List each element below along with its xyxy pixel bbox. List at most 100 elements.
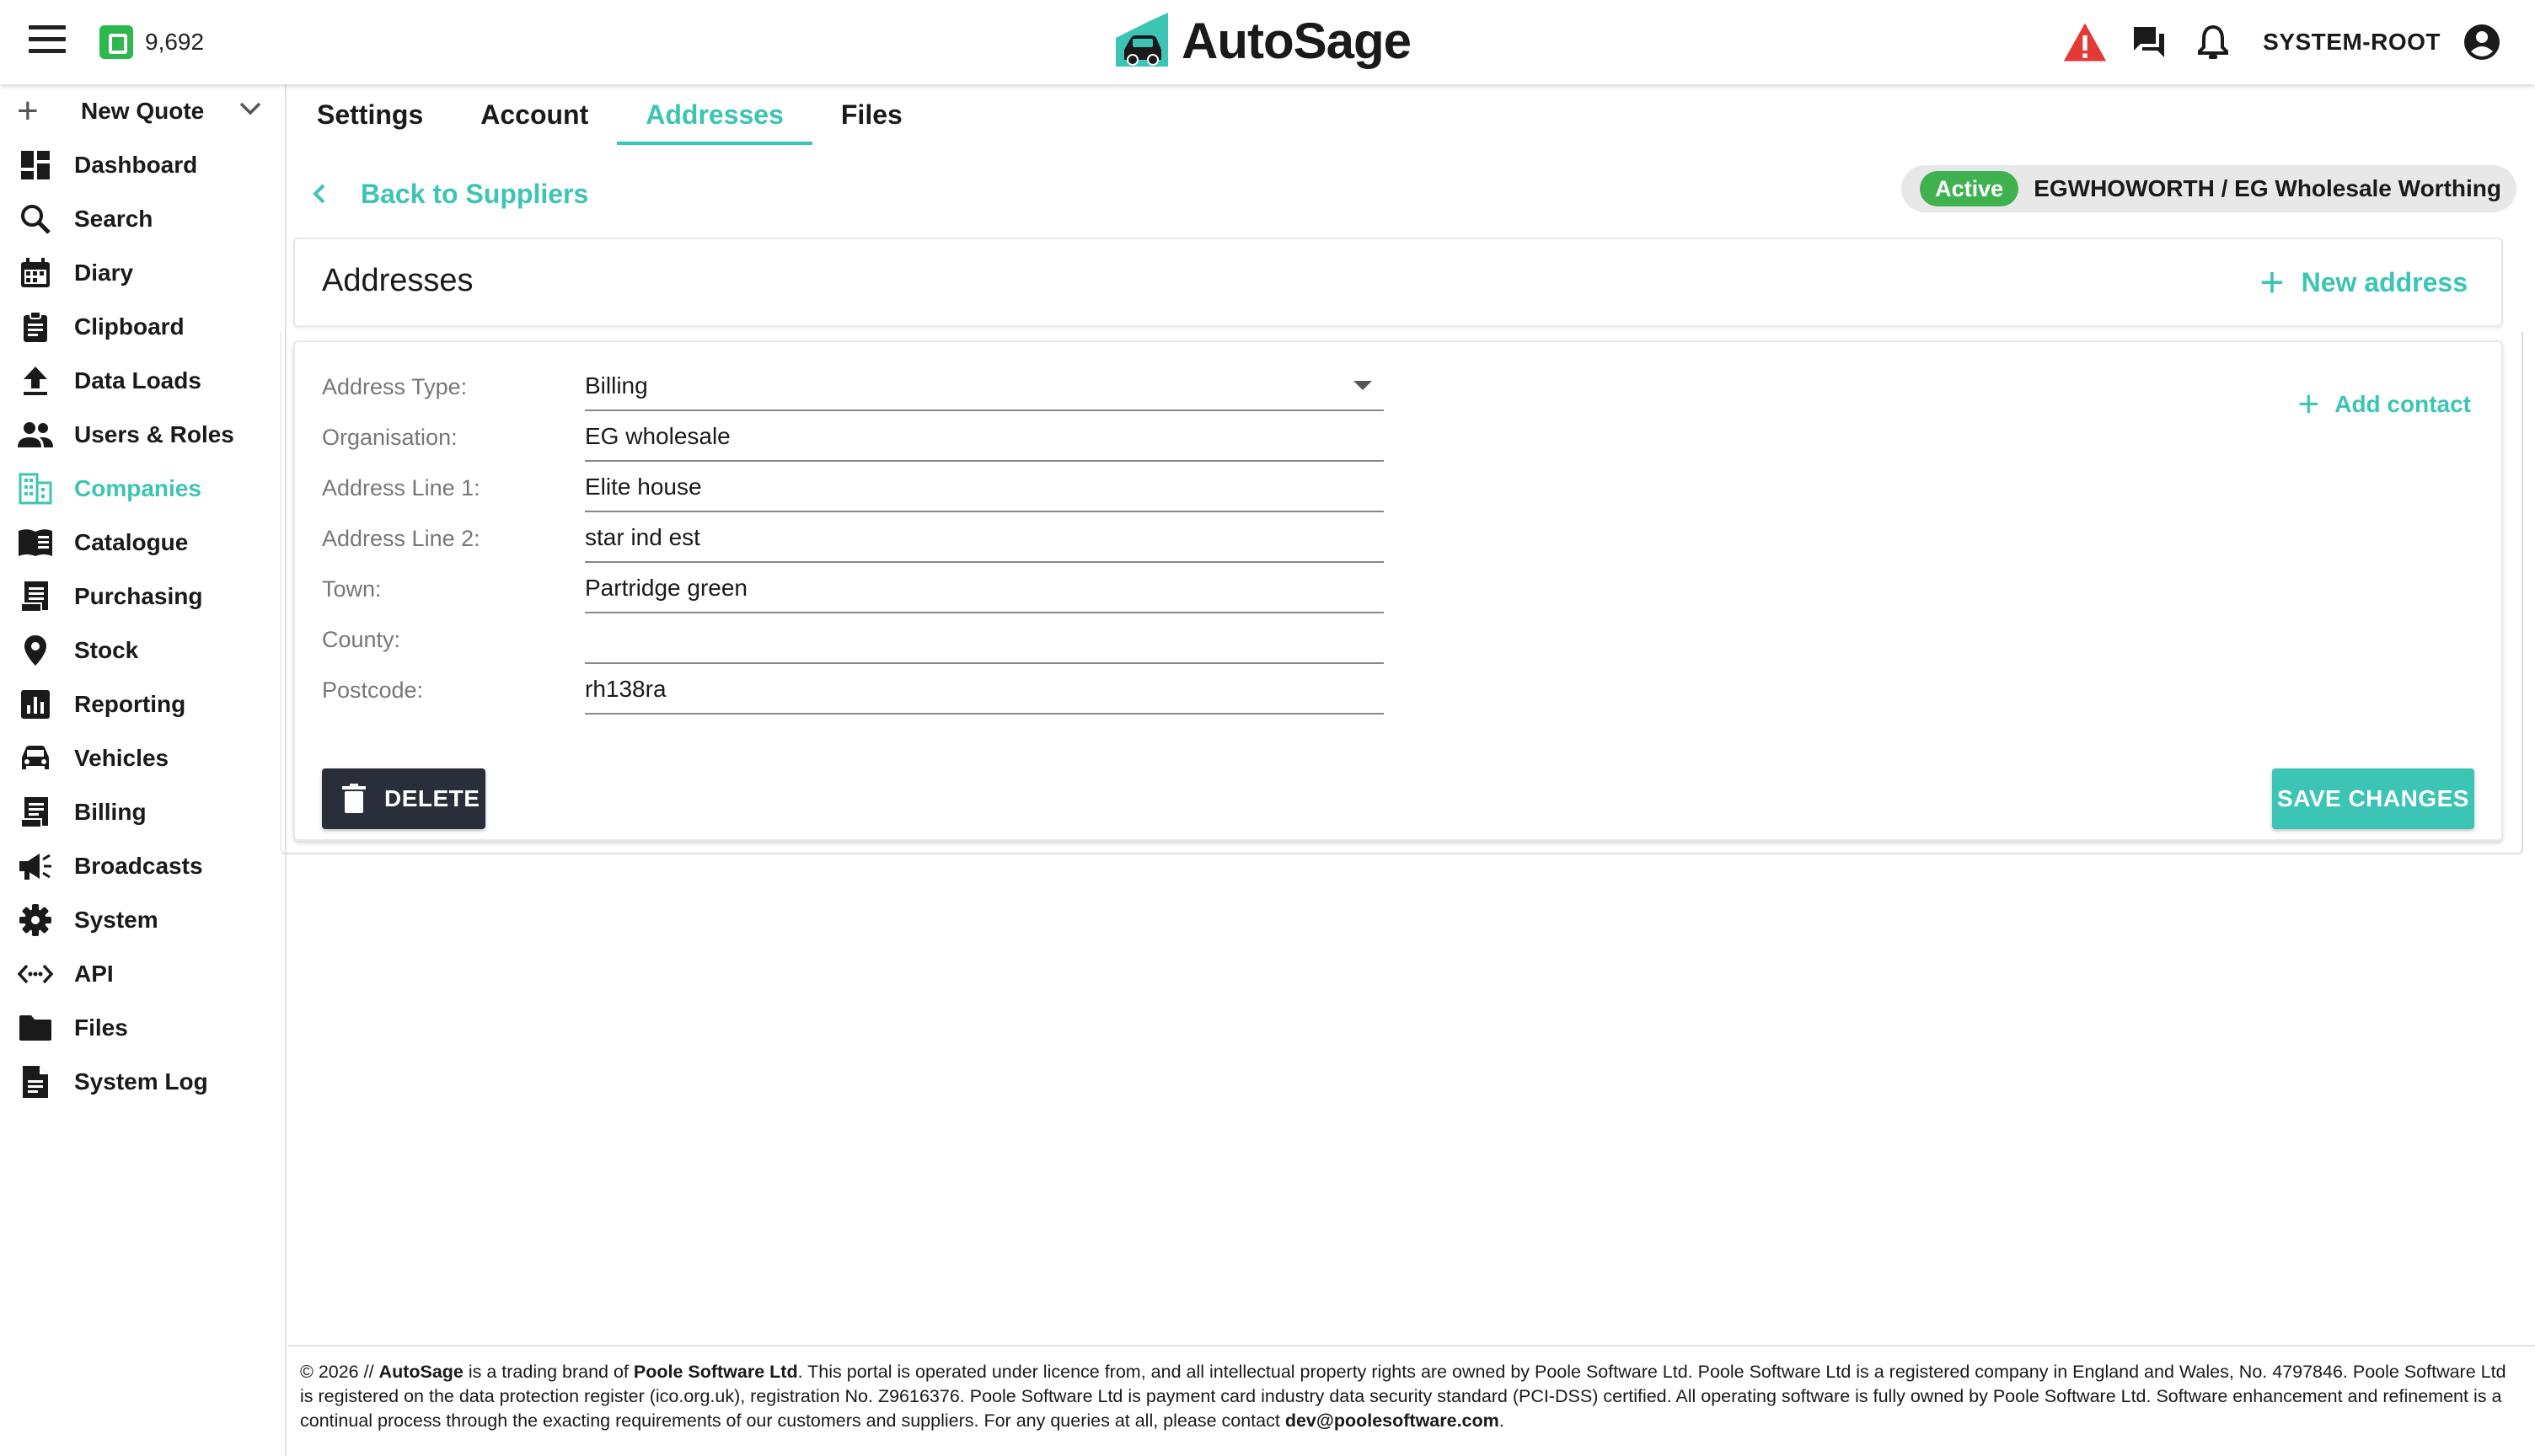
footer-text: .	[1498, 1410, 1504, 1431]
sidebar-item-purchasing[interactable]: Purchasing	[0, 570, 285, 624]
search-icon	[17, 201, 54, 238]
hamburger-menu-icon[interactable]	[29, 25, 66, 59]
sidebar-item-label: System Log	[74, 1068, 208, 1095]
sidebar-item-label: Diary	[74, 260, 134, 286]
sidebar-item-label: Clipboard	[74, 313, 185, 340]
credits-icon	[99, 25, 133, 59]
addresses-panel: Addresses + New address Address Type: Bi…	[280, 238, 2523, 854]
field-label: Address Line 2:	[322, 526, 480, 551]
credits-indicator[interactable]: 9,692	[99, 22, 204, 62]
sidebar-item-label: Search	[74, 206, 153, 232]
town-row: Town: Partridge green	[322, 563, 1418, 613]
county-field[interactable]	[585, 613, 1384, 664]
sidebar-item-catalogue[interactable]: Catalogue	[0, 516, 285, 570]
organisation-field[interactable]: EG wholesale	[585, 411, 1384, 462]
chat-icon[interactable]	[2126, 19, 2172, 65]
footer-brand: AutoSage	[378, 1362, 464, 1382]
receipt-icon	[17, 578, 54, 615]
sidebar-item-api[interactable]: API	[0, 947, 285, 1001]
address-line-1-row: Address Line 1: Elite house	[322, 462, 1418, 512]
clipboard-icon	[17, 308, 54, 345]
sidebar-nav: Dashboard Search Diary Clipboard Data Lo…	[0, 138, 285, 1109]
sidebar-item-data-loads[interactable]: Data Loads	[0, 354, 285, 408]
sidebar-item-label: Purchasing	[74, 583, 203, 609]
autosage-logo[interactable]: AutoSage	[1116, 7, 1412, 74]
plus-icon: +	[2297, 383, 2320, 425]
save-changes-label: SAVE CHANGES	[2277, 785, 2469, 811]
sidebar-item-users-roles[interactable]: Users & Roles	[0, 408, 285, 462]
footer-company: Poole Software Ltd	[633, 1362, 798, 1382]
sidebar-item-search[interactable]: Search	[0, 192, 285, 246]
sidebar-item-reporting[interactable]: Reporting	[0, 677, 285, 731]
sidebar-item-label: Stock	[74, 637, 139, 663]
sidebar-item-dashboard[interactable]: Dashboard	[0, 138, 285, 192]
sidebar-item-label: System	[74, 907, 158, 933]
gear-icon	[17, 902, 54, 939]
new-quote-button[interactable]: + New Quote	[0, 84, 285, 138]
postcode-field[interactable]: rh138ra	[585, 664, 1384, 715]
chevron-left-icon	[313, 184, 325, 204]
header-actions: SYSTEM-ROOT	[2044, 17, 2505, 67]
chevron-down-icon[interactable]	[239, 101, 261, 116]
field-label: Postcode:	[322, 677, 424, 703]
address-form-card: Address Type: Billing Organisation: EG w…	[293, 340, 2503, 841]
sidebar-item-label: Data Loads	[74, 367, 201, 393]
trash-icon	[342, 784, 366, 813]
invoice-icon	[17, 794, 54, 831]
warning-icon[interactable]	[2062, 19, 2108, 65]
save-changes-button[interactable]: SAVE CHANGES	[2272, 768, 2474, 829]
tab-settings[interactable]: Settings	[288, 84, 452, 145]
notification-bell-icon[interactable]	[2190, 19, 2236, 65]
plus-icon: +	[17, 90, 39, 131]
delete-button[interactable]: DELETE	[322, 768, 485, 829]
sidebar-item-clipboard[interactable]: Clipboard	[0, 300, 285, 354]
building-icon	[17, 470, 54, 507]
upload-icon	[17, 362, 54, 399]
postcode-row: Postcode: rh138ra	[322, 664, 1418, 715]
sidebar-item-stock[interactable]: Stock	[0, 624, 285, 677]
address-line-1-field[interactable]: Elite house	[585, 462, 1384, 512]
code-icon	[17, 956, 54, 993]
book-icon	[17, 524, 54, 561]
sidebar-item-label: Catalogue	[74, 529, 189, 555]
tab-account[interactable]: Account	[452, 84, 617, 145]
sidebar-item-system[interactable]: System	[0, 893, 285, 947]
account-circle-icon[interactable]	[2459, 19, 2505, 65]
field-label: Organisation:	[322, 425, 458, 450]
new-address-button[interactable]: + New address	[2259, 261, 2468, 303]
addresses-header-card: Addresses + New address	[293, 238, 2503, 327]
top-bar: 9,692 AutoSage SYSTEM-ROOT	[0, 0, 2535, 84]
footer-text: is a trading brand of	[463, 1362, 634, 1382]
sidebar-item-label: API	[74, 961, 114, 987]
field-label: Address Type:	[322, 374, 468, 399]
tab-addresses[interactable]: Addresses	[617, 84, 812, 145]
main-content: Settings Account Addresses Files Back to…	[280, 84, 2535, 1372]
county-row: County:	[322, 613, 1418, 664]
address-type-select[interactable]: Billing	[585, 361, 1384, 411]
address-line-2-row: Address Line 2: star ind est	[322, 512, 1418, 563]
sidebar-item-vehicles[interactable]: Vehicles	[0, 731, 285, 785]
user-name[interactable]: SYSTEM-ROOT	[2263, 29, 2441, 56]
sidebar-item-system-log[interactable]: System Log	[0, 1055, 285, 1109]
add-contact-button[interactable]: + Add contact	[2298, 386, 2471, 423]
chart-icon	[17, 686, 54, 723]
credits-value: 9,692	[145, 29, 205, 55]
address-type-row: Address Type: Billing	[322, 361, 1418, 411]
address-line-2-field[interactable]: star ind est	[585, 512, 1384, 563]
sidebar-item-files[interactable]: Files	[0, 1001, 285, 1055]
sidebar-item-broadcasts[interactable]: Broadcasts	[0, 839, 285, 893]
sidebar-item-label: Dashboard	[74, 152, 198, 178]
back-to-suppliers-link[interactable]: Back to Suppliers	[308, 169, 588, 219]
footer: © 2026 // AutoSage is a trading brand of…	[288, 1345, 2535, 1456]
sidebar-item-billing[interactable]: Billing	[0, 785, 285, 839]
caret-down-icon	[1353, 381, 1372, 390]
sidebar-item-label: Files	[74, 1014, 128, 1041]
tab-bar: Settings Account Addresses Files	[288, 84, 931, 145]
footer-email-link[interactable]: dev@poolesoftware.com	[1285, 1410, 1499, 1431]
delete-label: DELETE	[384, 785, 480, 811]
sidebar-item-diary[interactable]: Diary	[0, 246, 285, 300]
sidebar-item-companies[interactable]: Companies	[0, 462, 285, 516]
tab-files[interactable]: Files	[812, 84, 931, 145]
town-field[interactable]: Partridge green	[585, 563, 1384, 613]
address-type-value: Billing	[585, 372, 648, 399]
